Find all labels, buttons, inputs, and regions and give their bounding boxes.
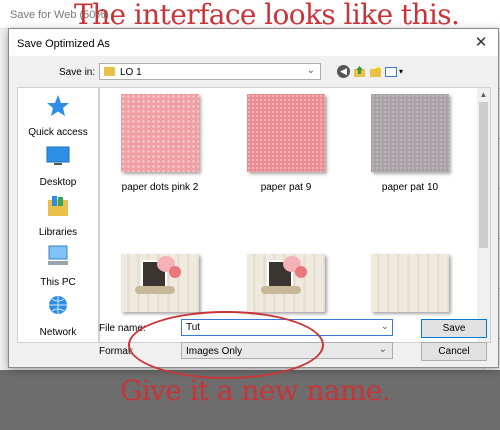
place-network[interactable]: Network (18, 294, 98, 338)
file-item[interactable] (246, 254, 326, 312)
file-thumbnail (121, 254, 199, 312)
place-this-pc[interactable]: This PC (18, 244, 98, 288)
file-item[interactable]: paper dots pink 2 (120, 94, 200, 193)
chevron-down-icon[interactable]: ⌄ (381, 321, 389, 332)
navigation-toolbar: ◀ ▾ (335, 63, 405, 81)
file-thumbnail (247, 254, 325, 312)
libraries-icon (48, 196, 68, 216)
new-folder-icon[interactable] (369, 65, 382, 78)
place-label: Network (39, 327, 77, 338)
file-name: paper dots pink 2 (121, 182, 199, 193)
annotation-headline: The interface looks like this. (74, 0, 460, 31)
place-quick-access[interactable]: Quick access (18, 94, 98, 138)
place-label: Desktop (39, 177, 77, 188)
dialog-title: Save Optimized As (17, 38, 110, 50)
file-thumbnail (247, 94, 325, 172)
place-desktop[interactable]: Desktop (18, 144, 98, 188)
save-in-dropdown[interactable]: LO 1 ⌄ (99, 63, 321, 80)
view-menu-arrow-icon[interactable]: ▾ (399, 67, 403, 76)
highlight-oval (128, 311, 324, 379)
places-bar: Quick access Desktop Libraries This PC N… (17, 87, 99, 343)
folder-icon (104, 67, 115, 76)
file-item[interactable] (370, 254, 450, 312)
network-icon (49, 296, 67, 314)
save-button[interactable]: Save (421, 319, 487, 338)
desktop-icon (46, 146, 70, 165)
save-in-label: Save in: (59, 67, 96, 78)
file-item[interactable]: paper pat 10 (370, 94, 450, 193)
close-icon[interactable]: ✕ (464, 29, 498, 56)
place-libraries[interactable]: Libraries (18, 194, 98, 238)
file-thumbnail (371, 254, 449, 312)
dialog-titlebar[interactable]: Save Optimized As ✕ (9, 29, 498, 56)
file-item[interactable]: paper pat 9 (246, 94, 326, 193)
file-thumbnail (371, 94, 449, 172)
computer-icon (48, 245, 68, 265)
place-label: This PC (40, 277, 76, 288)
vertical-scrollbar[interactable]: ▲ ▼ (477, 88, 490, 342)
file-name: paper pat 10 (381, 182, 439, 193)
save-in-value: LO 1 (120, 67, 142, 78)
file-name: paper pat 9 (260, 182, 312, 193)
chevron-down-icon: ⌄ (306, 65, 315, 76)
scrollbar-thumb[interactable] (479, 102, 488, 248)
place-label: Libraries (38, 227, 78, 238)
up-folder-icon[interactable] (353, 65, 366, 78)
place-label: Quick access (28, 127, 88, 138)
view-menu-icon[interactable] (385, 67, 397, 77)
chevron-down-icon: ⌄ (378, 344, 387, 355)
cancel-button[interactable]: Cancel (421, 342, 487, 361)
annotation-caption: Give it a new name. (120, 374, 391, 407)
file-list: paper dots pink 2 paper pat 9 paper pat … (99, 87, 491, 343)
scroll-up-icon[interactable]: ▲ (477, 88, 490, 101)
star-icon (47, 95, 69, 116)
file-thumbnail (121, 94, 199, 172)
back-icon[interactable]: ◀ (337, 65, 350, 78)
file-item[interactable] (120, 254, 200, 312)
